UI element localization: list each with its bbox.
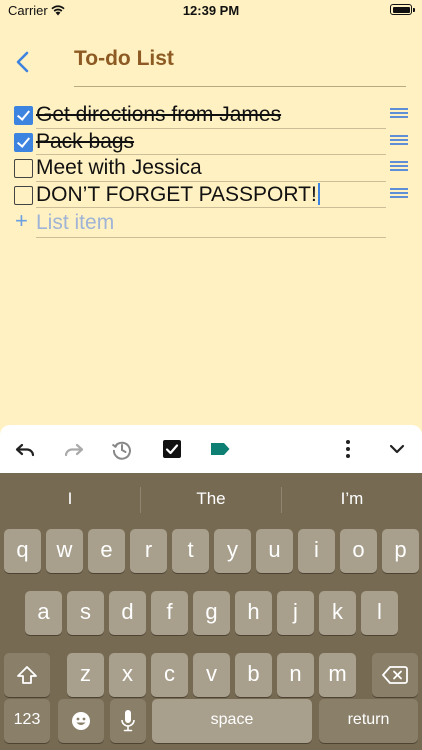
key-g[interactable]: g: [193, 591, 230, 635]
back-chevron-icon[interactable]: [14, 50, 34, 74]
list-item: DON’T FORGET PASSPORT!: [14, 182, 410, 208]
emoji-key[interactable]: [58, 699, 104, 743]
list-item-placeholder[interactable]: List item: [36, 211, 114, 235]
key-b[interactable]: b: [235, 653, 272, 697]
list-item: Get directions from James: [14, 102, 410, 129]
drag-handle-icon[interactable]: [390, 108, 408, 122]
suggestion-1[interactable]: I: [0, 473, 140, 525]
undo-icon[interactable]: [13, 437, 37, 461]
key-q[interactable]: q: [4, 529, 41, 573]
key-a[interactable]: a: [25, 591, 62, 635]
key-r[interactable]: r: [130, 529, 167, 573]
item-checkbox[interactable]: [14, 159, 33, 178]
key-n[interactable]: n: [277, 653, 314, 697]
key-s[interactable]: s: [67, 591, 104, 635]
battery-icon: [390, 4, 415, 15]
key-i[interactable]: i: [298, 529, 335, 573]
item-text[interactable]: Pack bags: [36, 130, 134, 154]
key-o[interactable]: o: [340, 529, 377, 573]
editor-toolbar: [0, 425, 422, 473]
redo-icon[interactable]: [62, 437, 86, 461]
key-j[interactable]: j: [277, 591, 314, 635]
microphone-icon: [121, 710, 135, 732]
list-item: Pack bags: [14, 129, 410, 155]
item-checkbox[interactable]: [14, 132, 33, 152]
delete-key[interactable]: [372, 653, 418, 697]
item-checkbox[interactable]: [14, 106, 33, 125]
key-t[interactable]: t: [172, 529, 209, 573]
checkbox-icon[interactable]: [160, 437, 184, 461]
key-h[interactable]: h: [235, 591, 272, 635]
status-bar: Carrier 12:39 PM: [0, 0, 422, 22]
key-f[interactable]: f: [151, 591, 188, 635]
list-item: Meet with Jessica: [14, 155, 410, 182]
dictation-key[interactable]: [110, 699, 146, 743]
suggestion-2[interactable]: The: [141, 473, 281, 525]
more-vertical-icon[interactable]: [336, 437, 360, 461]
key-w[interactable]: w: [46, 529, 83, 573]
space-key[interactable]: space: [152, 699, 312, 743]
item-checkbox[interactable]: [14, 185, 33, 205]
item-text[interactable]: Meet with Jessica: [36, 156, 202, 180]
key-c[interactable]: c: [151, 653, 188, 697]
title-underline: [74, 86, 406, 87]
item-text-editing[interactable]: DON’T FORGET PASSPORT!: [36, 182, 320, 207]
add-list-item[interactable]: + List item: [14, 208, 410, 238]
drag-handle-icon[interactable]: [390, 161, 408, 175]
plus-icon[interactable]: +: [15, 208, 28, 234]
item-text[interactable]: Get directions from James: [36, 103, 281, 127]
chevron-down-icon[interactable]: [385, 437, 409, 461]
drag-handle-icon[interactable]: [390, 134, 408, 149]
key-z[interactable]: z: [67, 653, 104, 697]
return-key[interactable]: return: [319, 699, 418, 743]
suggestion-3[interactable]: I’m: [282, 473, 422, 525]
item-text[interactable]: DON’T FORGET PASSPORT!: [36, 183, 317, 206]
status-time: 12:39 PM: [182, 3, 240, 18]
emoji-icon: [72, 712, 90, 730]
key-u[interactable]: u: [256, 529, 293, 573]
key-l[interactable]: l: [361, 591, 398, 635]
shift-key[interactable]: [4, 653, 50, 697]
shift-icon: [17, 666, 37, 684]
backspace-icon: [382, 666, 408, 684]
page-title[interactable]: To-do List: [74, 47, 174, 71]
key-d[interactable]: d: [109, 591, 146, 635]
key-p[interactable]: p: [382, 529, 419, 573]
key-e[interactable]: e: [88, 529, 125, 573]
keyboard: I The I’m qwertyuiop asdfghjkl zxcvbnm 1…: [0, 473, 422, 750]
key-k[interactable]: k: [319, 591, 356, 635]
item-divider: [36, 237, 386, 238]
key-v[interactable]: v: [193, 653, 230, 697]
label-tag-icon[interactable]: [208, 437, 232, 461]
drag-handle-icon[interactable]: [390, 187, 408, 202]
key-y[interactable]: y: [214, 529, 251, 573]
key-m[interactable]: m: [319, 653, 356, 697]
text-cursor: [317, 182, 320, 205]
numbers-key[interactable]: 123: [4, 699, 50, 743]
checklist: Get directions from James Pack bags Meet…: [14, 102, 410, 238]
key-x[interactable]: x: [109, 653, 146, 697]
history-icon[interactable]: [110, 437, 134, 461]
